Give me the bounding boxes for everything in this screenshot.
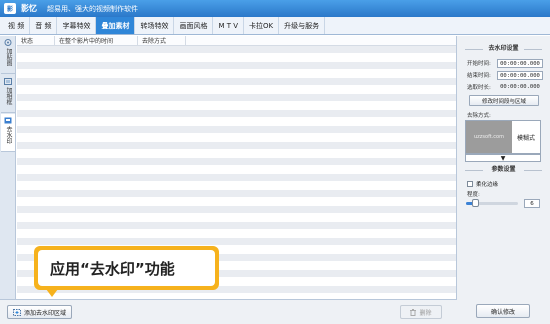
bottom-toolbar: 添加去水印区域 删除: [0, 299, 457, 324]
empty-list-row: [17, 110, 456, 118]
modify-time-region-button[interactable]: 修改时间段与区域: [469, 95, 539, 106]
soften-edges-option[interactable]: 柔化边缘: [467, 180, 498, 188]
method-label: 去除方式:: [467, 113, 491, 119]
empty-list-row: [17, 94, 456, 102]
side-tab-label: 去水印: [5, 126, 12, 144]
section-title-watermark-settings: 去水印设置: [457, 44, 550, 54]
end-time-label: 结束时间:: [467, 73, 491, 79]
empty-list-row: [17, 150, 456, 158]
side-tab-add-sticker[interactable]: 加贴图: [1, 36, 15, 74]
watermark-icon: [4, 117, 12, 124]
chevron-down-icon: ▼: [500, 154, 506, 162]
app-name: 影忆: [21, 4, 37, 13]
empty-list-row: [17, 158, 456, 166]
empty-list-row: [17, 214, 456, 222]
degree-slider-handle[interactable]: [472, 198, 480, 207]
empty-list-row: [17, 222, 456, 230]
side-tab-label: 加相框: [5, 87, 12, 105]
removal-method-selector[interactable]: uzzsoft.com 模糊式: [465, 120, 541, 154]
callout-arrow: [46, 289, 58, 297]
empty-list-row: [17, 182, 456, 190]
degree-value-input[interactable]: 6: [524, 198, 540, 208]
feature-callout: 应用“去水印”功能: [34, 246, 219, 290]
column-status[interactable]: 状态: [17, 36, 55, 45]
empty-list-row: [17, 134, 456, 142]
watermark-settings-panel: 去水印设置 开始时间: 00:00:00.000 结束时间: 00:00:00.…: [457, 36, 550, 324]
empty-list-row: [17, 230, 456, 238]
start-time-label: 开始时间:: [467, 61, 491, 67]
duration-row: 选取时长: 00:00:00.000: [467, 82, 547, 92]
add-button-label: 添加去水印区域: [24, 309, 67, 317]
tab-mtv[interactable]: M T V: [213, 17, 245, 34]
add-watermark-region-button[interactable]: 添加去水印区域: [7, 305, 73, 319]
duration-value: 00:00:00.000: [500, 83, 540, 90]
section-title-parameters: 参数设置: [457, 165, 550, 175]
method-dropdown-button[interactable]: ▼: [465, 154, 541, 162]
empty-list-row: [17, 118, 456, 126]
empty-list-row: [17, 78, 456, 86]
tab-karaoke[interactable]: 卡拉OK: [244, 17, 280, 34]
empty-list-row: [17, 238, 456, 246]
end-time-row: 结束时间: 00:00:00.000: [467, 70, 547, 80]
soften-edges-checkbox[interactable]: [467, 181, 473, 187]
start-time-input[interactable]: 00:00:00.000: [497, 58, 543, 68]
empty-list-row: [17, 206, 456, 214]
empty-list-row: [17, 166, 456, 174]
empty-list-row: [17, 62, 456, 70]
empty-list-row: [17, 54, 456, 62]
empty-list-row: [17, 142, 456, 150]
tab-overlay-materials[interactable]: 叠加素材: [96, 17, 136, 34]
side-tab-label: 加贴图: [5, 48, 12, 66]
app-logo-icon: 影: [4, 3, 16, 14]
trash-icon: [410, 308, 417, 316]
degree-slider[interactable]: [466, 198, 518, 207]
add-region-icon: [13, 308, 21, 316]
main-tab-bar: 视 频 音 频 字幕特效 叠加素材 转场特效 画面风格 M T V 卡拉OK 升…: [0, 17, 550, 35]
tab-upgrade-service[interactable]: 升级与服务: [279, 17, 326, 34]
empty-list-row: [17, 126, 456, 134]
start-time-row: 开始时间: 00:00:00.000: [467, 58, 547, 68]
title-bar: 影 影忆 超易用、强大的视频制作软件: [0, 0, 550, 17]
app-slogan: 超易用、强大的视频制作软件: [47, 4, 138, 13]
empty-list-row: [17, 86, 456, 94]
tab-video[interactable]: 视 频: [3, 17, 31, 34]
tab-transitions[interactable]: 转场特效: [135, 17, 175, 34]
callout-text: 应用“去水印”功能: [38, 250, 215, 286]
confirm-modify-button[interactable]: 确认修改: [476, 304, 530, 318]
degree-label: 程度:: [467, 192, 480, 198]
delete-button-label: 删除: [419, 309, 432, 317]
column-removal-method[interactable]: 去除方式: [138, 36, 186, 45]
tab-audio[interactable]: 音 频: [30, 17, 58, 34]
empty-list-row: [17, 102, 456, 110]
tab-subtitle-effects[interactable]: 字幕特效: [57, 17, 97, 34]
side-tab-remove-watermark[interactable]: 去水印: [1, 114, 15, 152]
sticker-icon: [4, 39, 12, 46]
empty-list-row: [17, 174, 456, 182]
empty-list-row: [17, 70, 456, 78]
empty-list-row: [17, 198, 456, 206]
empty-list-row: [17, 190, 456, 198]
delete-button[interactable]: 删除: [400, 305, 442, 319]
frame-icon: [4, 78, 12, 85]
tab-picture-style[interactable]: 画面风格: [174, 17, 214, 34]
method-preview-thumbnail: uzzsoft.com: [466, 121, 512, 153]
empty-list-row: [17, 46, 456, 54]
list-header: 状态 在整个影片中的时间 去除方式: [17, 36, 456, 46]
side-tab-add-frame[interactable]: 加相框: [1, 75, 15, 113]
column-time-in-movie[interactable]: 在整个影片中的时间: [55, 36, 138, 45]
method-name: 模糊式: [516, 134, 535, 142]
degree-slider-row: 6: [466, 198, 548, 208]
side-tab-bar: 加贴图 加相框 去水印: [0, 36, 16, 299]
end-time-input[interactable]: 00:00:00.000: [497, 70, 543, 80]
soften-edges-label: 柔化边缘: [476, 182, 499, 188]
duration-label: 选取时长:: [467, 85, 491, 91]
